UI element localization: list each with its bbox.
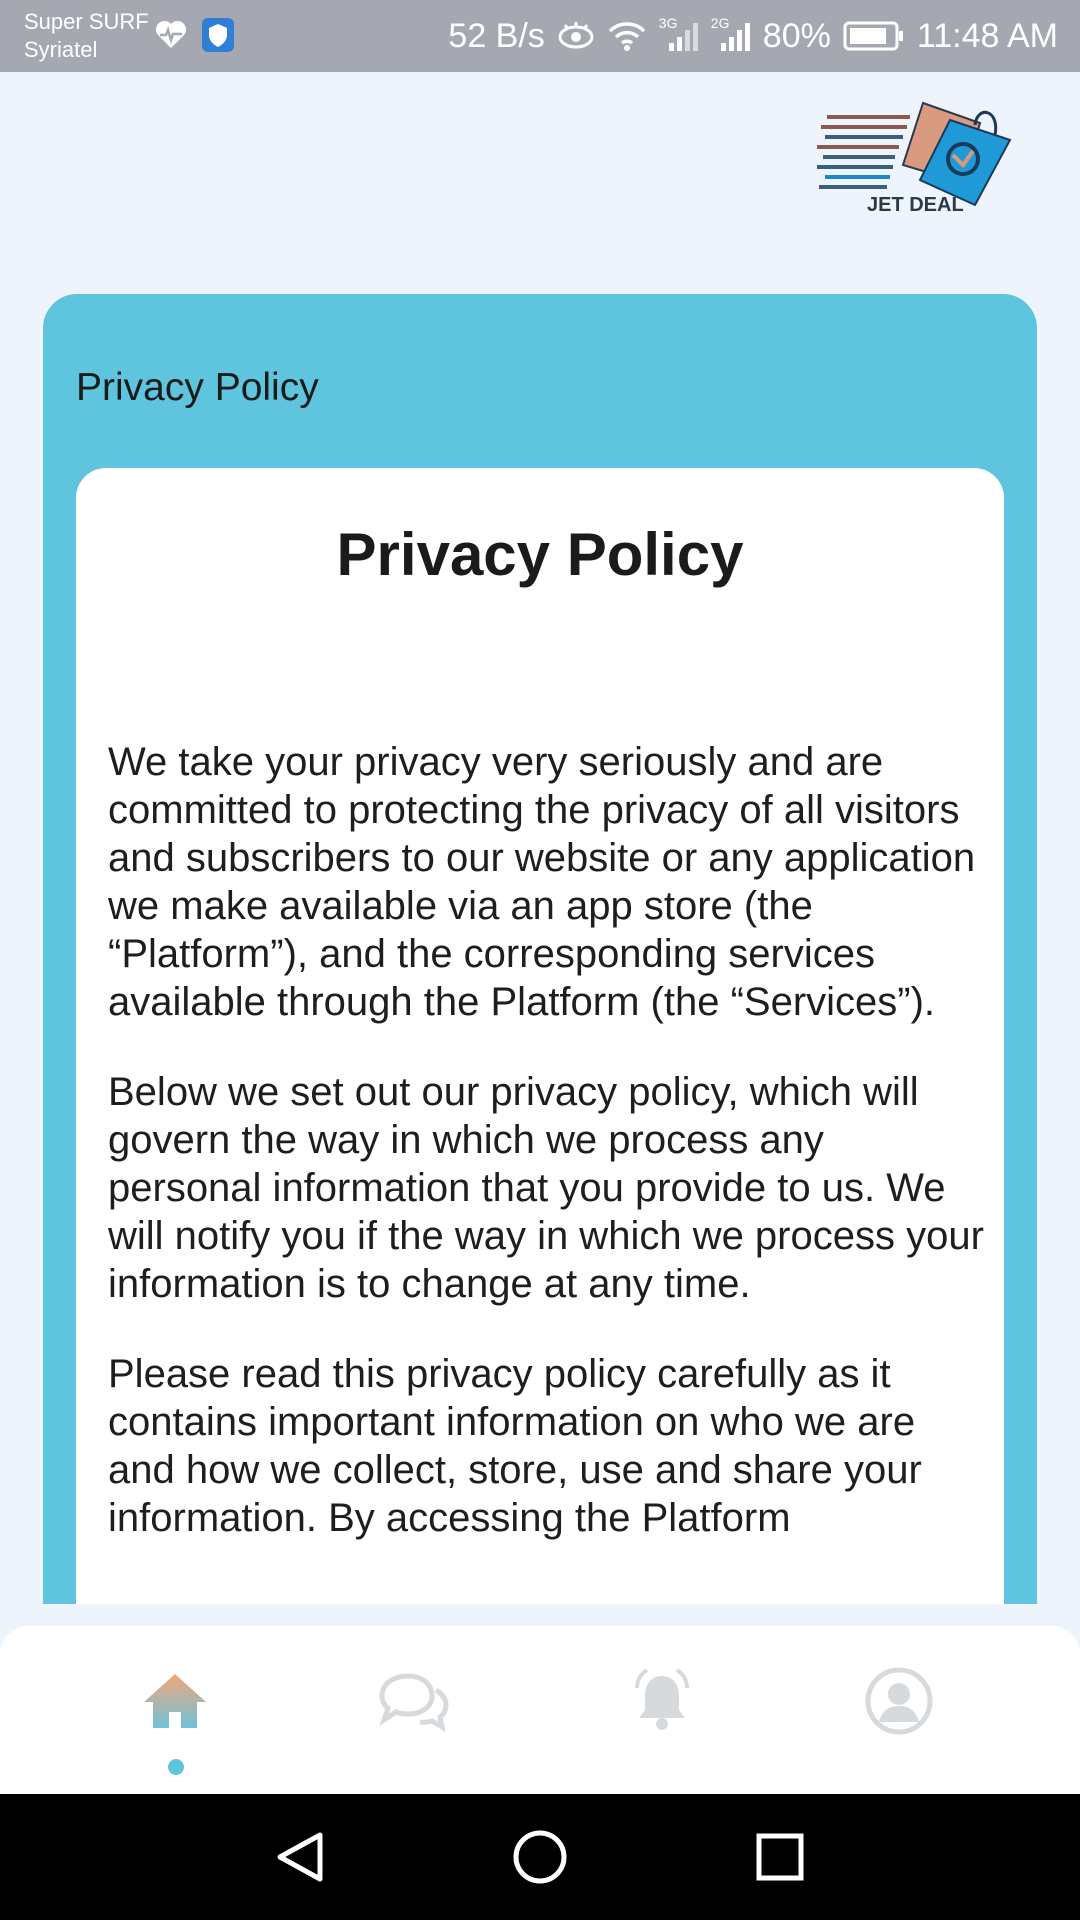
status-bar: Super SURF Syriatel 52 B/s 3G 2G 80% 11:… bbox=[0, 0, 1080, 72]
network-speed: 52 B/s bbox=[448, 16, 545, 55]
privacy-policy-card: Privacy Policy Privacy Policy We take yo… bbox=[43, 294, 1037, 1604]
eye-icon bbox=[557, 21, 595, 51]
logo-text: JET DEAL bbox=[867, 194, 964, 216]
jet-deal-logo: JET DEAL bbox=[815, 95, 1015, 220]
signal-icon-3g: 3G bbox=[659, 15, 699, 53]
signal-icon-2g: 2G bbox=[711, 15, 751, 53]
recents-icon[interactable] bbox=[750, 1827, 810, 1887]
notifications-icon[interactable] bbox=[617, 1656, 707, 1746]
policy-paragraph: We take your privacy very seriously and … bbox=[108, 740, 976, 1024]
policy-content-panel[interactable]: Privacy Policy We take your privacy very… bbox=[76, 468, 1004, 1604]
clock: 11:48 AM bbox=[916, 16, 1058, 55]
active-indicator bbox=[168, 1759, 184, 1775]
status-icons-right: 52 B/s 3G 2G 80% 11:48 AM bbox=[448, 0, 1058, 72]
document-heading: Privacy Policy bbox=[336, 521, 744, 588]
bottom-navigation bbox=[0, 1626, 1080, 1794]
carrier-network: Syriatel bbox=[24, 37, 98, 62]
network-type-3g: 3G bbox=[658, 15, 678, 31]
battery-percent: 80% bbox=[762, 16, 831, 55]
carrier-info: Super SURF Syriatel bbox=[24, 8, 154, 64]
system-navigation-bar bbox=[0, 1794, 1080, 1920]
shield-icon bbox=[202, 18, 234, 56]
card-title: Privacy Policy bbox=[76, 366, 319, 409]
home-icon[interactable] bbox=[130, 1656, 220, 1746]
screen: Super SURF Syriatel 52 B/s 3G 2G 80% 11:… bbox=[0, 0, 1080, 1920]
battery-icon bbox=[843, 21, 905, 51]
document-body: We take your privacy very seriously and … bbox=[108, 738, 988, 1584]
status-icons-left bbox=[154, 18, 234, 56]
policy-paragraph: Please read this privacy policy carefull… bbox=[108, 1352, 922, 1540]
home-circle-icon[interactable] bbox=[510, 1827, 570, 1887]
chat-icon[interactable] bbox=[368, 1656, 458, 1746]
policy-paragraph: Below we set out our privacy policy, whi… bbox=[108, 1070, 984, 1306]
heart-rate-icon bbox=[154, 18, 188, 56]
carrier-name: Super SURF bbox=[24, 9, 149, 34]
network-type-2g: 2G bbox=[710, 15, 730, 31]
profile-icon[interactable] bbox=[854, 1656, 944, 1746]
back-icon[interactable] bbox=[270, 1827, 330, 1887]
wifi-icon bbox=[607, 20, 647, 52]
